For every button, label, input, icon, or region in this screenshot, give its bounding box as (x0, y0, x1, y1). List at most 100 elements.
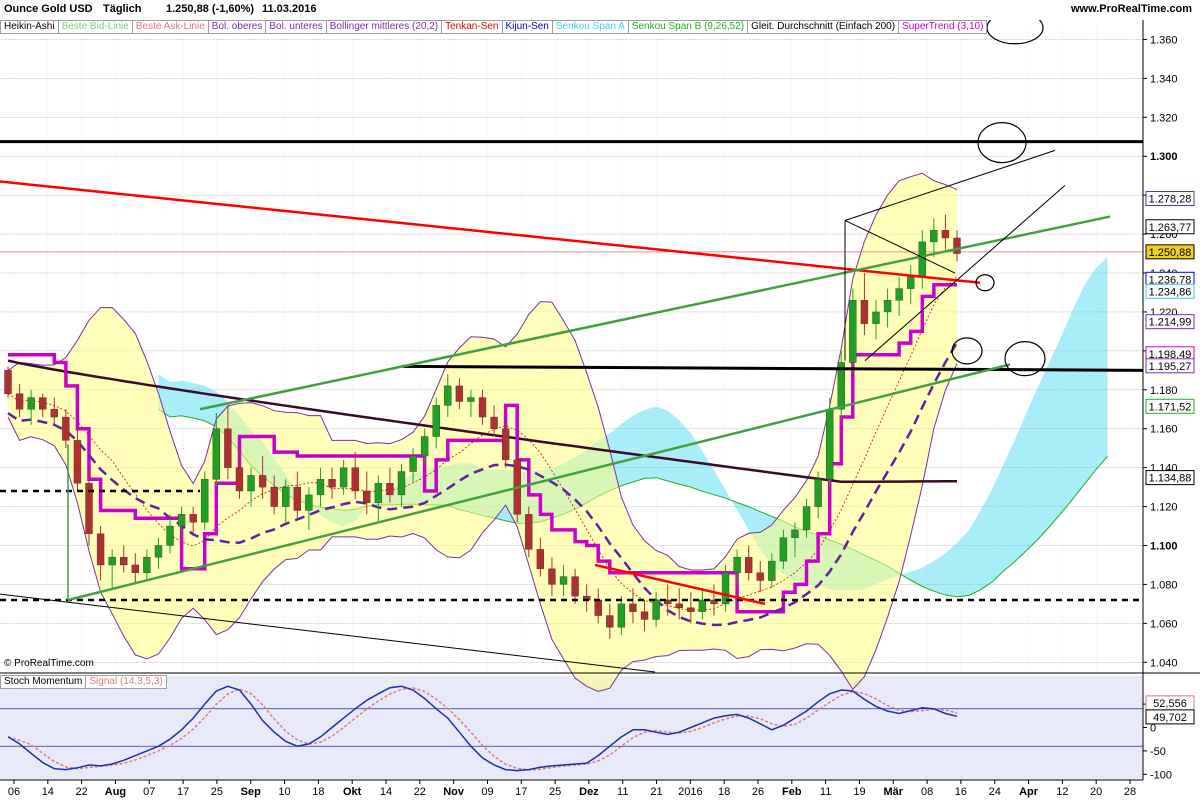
date-tick-label: Nov (443, 786, 465, 798)
price-value-label: 1.214,99 (1149, 317, 1192, 329)
price-value-label: 1.278,28 (1149, 194, 1192, 206)
price-value-label: 1.263,77 (1149, 222, 1192, 234)
legend-item[interactable]: Beste Bid-Linie (57, 20, 133, 34)
date-tick-label: Okt (343, 786, 362, 798)
legend-item[interactable]: Gleit. Durchschnitt (Einfach 200) (747, 20, 900, 34)
candle-body (293, 486, 302, 511)
candle-body (675, 603, 683, 608)
legend-item[interactable]: Bol. unteres (265, 20, 327, 34)
candle-body (108, 556, 116, 566)
candle-body (282, 486, 290, 507)
candle-body (455, 385, 464, 402)
date-tick-label: Feb (782, 786, 802, 798)
candle-body (305, 494, 313, 511)
candle-body (201, 479, 209, 523)
legend-item[interactable]: Senkou Span A (551, 20, 629, 34)
candle-body (698, 599, 707, 612)
price-tick-label: 1.180 (1150, 385, 1178, 397)
price-tick-label: 1.300 (1150, 151, 1178, 163)
candle-body (154, 545, 163, 558)
candle-body (27, 397, 35, 410)
candle-body (617, 603, 626, 628)
price-tick-label: 1.080 (1150, 579, 1178, 591)
chart-canvas[interactable]: 1.0401.0601.0801.1001.1201.1401.1601.180… (0, 0, 1200, 800)
chart-date: 11.03.2016 (262, 3, 317, 15)
candle-body (768, 560, 776, 581)
price-tick-label: 1.360 (1150, 34, 1178, 46)
candle-body (849, 300, 857, 363)
date-tick-label: 26 (752, 786, 764, 798)
date-tick-label: 16 (955, 786, 967, 798)
candle-body (629, 603, 637, 612)
candle-body (120, 556, 128, 566)
candle-body (501, 428, 510, 461)
candle-body (687, 607, 695, 612)
legend-item[interactable]: Senkou Span B (9,26,52) (627, 20, 749, 34)
osc-legend-item[interactable]: Stoch Momentum (0, 675, 87, 689)
date-tick-label: 19 (853, 786, 865, 798)
candle-body (745, 556, 753, 573)
date-tick-label: 21 (650, 786, 662, 798)
candle-body (953, 237, 961, 254)
date-tick-label: 20 (1090, 786, 1102, 798)
copyright: © ProRealTime.com (4, 658, 94, 669)
price-value-label: 1.134,88 (1149, 473, 1192, 485)
price-tick-label: 1.100 (1150, 540, 1178, 552)
candle-body (131, 564, 139, 573)
candle-body (883, 300, 892, 313)
osc-legend-item[interactable]: Signal (14,3,5,3) (85, 675, 167, 689)
interval-label[interactable]: Täglich (103, 3, 142, 15)
price-tick-label: 1.120 (1150, 502, 1178, 514)
osc-panel-bg (0, 676, 1143, 779)
candle-body (860, 300, 869, 324)
candle-body (177, 514, 186, 527)
candle-body (490, 416, 498, 429)
candle-body (73, 440, 82, 484)
date-tick-label: 25 (211, 786, 223, 798)
date-tick-label: 18 (312, 786, 324, 798)
legend-item[interactable]: Bol. oberes (207, 20, 267, 34)
legend-item[interactable]: Bollinger mittleres (20,2) (325, 20, 443, 34)
candle-body (779, 537, 788, 562)
candle-body (802, 506, 811, 531)
candle-body (478, 397, 487, 418)
osc-value-label: 49,702 (1153, 712, 1187, 724)
candle-body (420, 436, 429, 457)
date-tick-label: 17 (177, 786, 189, 798)
candle-body (548, 568, 556, 585)
osc-value-label: 52,556 (1153, 698, 1187, 710)
candle-body (316, 479, 325, 496)
date-tick-label: 17 (515, 786, 527, 798)
candle-body (733, 556, 741, 573)
candle-body (907, 276, 915, 289)
candle-body (467, 397, 475, 402)
candle-body (247, 475, 255, 492)
price-tick-label: 1.160 (1150, 424, 1178, 436)
candle-body (224, 428, 232, 468)
candle-body (814, 479, 822, 507)
date-tick-label: 14 (42, 786, 54, 798)
candle-body (432, 405, 440, 437)
date-tick-label: 09 (481, 786, 493, 798)
candle-body (328, 479, 336, 488)
candle-body (166, 525, 174, 546)
date-tick-label: 18 (718, 786, 730, 798)
date-tick-label: Apr (1019, 786, 1039, 798)
candle-body (640, 611, 649, 620)
legend-item[interactable]: Heikin-Ashi (0, 20, 59, 34)
price-tick-label: 1.040 (1150, 657, 1178, 669)
candle-body (525, 514, 533, 550)
legend-item[interactable]: Tenkan-Sen (441, 20, 503, 34)
date-tick-label: Sep (241, 786, 261, 798)
date-tick-label: 24 (989, 786, 1001, 798)
candle-body (826, 409, 834, 480)
legend-item[interactable]: Kijun-Sen (501, 20, 553, 34)
legend-item[interactable]: Beste Ask-Linie (131, 20, 209, 34)
date-tick-label: 12 (1056, 786, 1068, 798)
date-tick-label: 28 (1124, 786, 1136, 798)
price-value-label: 1.171,52 (1149, 401, 1192, 413)
candle-body (143, 556, 151, 573)
legend-item[interactable]: SuperTrend (3,10) (898, 20, 988, 34)
instrument-name[interactable]: Ounce Gold USD (4, 3, 93, 15)
site-url[interactable]: www.ProRealTime.com (1071, 3, 1192, 15)
